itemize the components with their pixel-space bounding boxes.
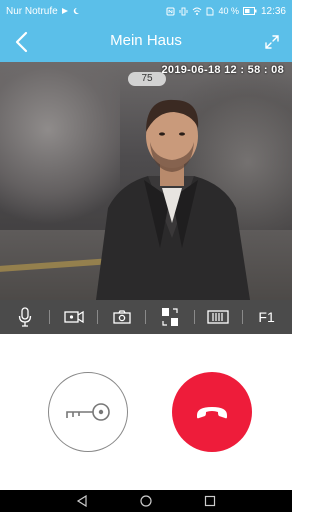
call-toolbar: F1 bbox=[0, 300, 292, 334]
app-header: Mein Haus bbox=[0, 22, 292, 62]
fullscreen-button[interactable] bbox=[260, 30, 284, 54]
microphone-button[interactable] bbox=[10, 305, 40, 329]
camera-icon bbox=[113, 310, 131, 324]
video-feed[interactable]: 2019-06-18 12 : 58 : 08 75 bbox=[0, 62, 292, 300]
status-bar-right: 40 % 12:36 bbox=[166, 6, 286, 17]
toolbar-divider bbox=[48, 310, 50, 324]
vibrate-icon bbox=[180, 7, 188, 15]
back-triangle-icon bbox=[76, 495, 87, 507]
nav-recents-button[interactable] bbox=[201, 492, 219, 510]
call-actions bbox=[0, 334, 292, 490]
microphone-icon bbox=[19, 307, 32, 327]
toolbar-divider bbox=[193, 310, 195, 324]
status-bar: Nur Notrufe 40 % 12:36 bbox=[0, 0, 292, 22]
key-icon bbox=[66, 403, 110, 421]
video-record-icon bbox=[63, 310, 84, 324]
page-title: Mein Haus bbox=[110, 32, 182, 49]
wifi-icon bbox=[193, 7, 202, 15]
intercom-screen: Nur Notrufe 40 % 12:36 Mein Haus 2019-06… bbox=[0, 0, 292, 512]
nav-back-button[interactable] bbox=[73, 492, 91, 510]
expand-icon bbox=[265, 35, 279, 49]
unlock-door-button[interactable] bbox=[48, 372, 128, 452]
resolution-button[interactable] bbox=[155, 305, 185, 329]
snapshot-button[interactable] bbox=[107, 305, 137, 329]
toolbar-divider bbox=[241, 310, 243, 324]
carrier-label: Nur Notrufe bbox=[6, 5, 58, 17]
nav-home-button[interactable] bbox=[137, 492, 155, 510]
countdown-badge: 75 bbox=[128, 72, 166, 86]
home-circle-icon bbox=[140, 495, 152, 507]
video-timestamp: 2019-06-18 12 : 58 : 08 bbox=[161, 64, 284, 76]
status-time: 12:36 bbox=[260, 5, 286, 17]
toolbar-divider bbox=[145, 310, 147, 324]
play-icon bbox=[61, 8, 68, 14]
recents-square-icon bbox=[204, 495, 216, 507]
panel-button[interactable] bbox=[203, 305, 233, 329]
battery-percent: 40 % bbox=[218, 6, 239, 16]
nfc-icon bbox=[166, 7, 175, 15]
panel-icon bbox=[207, 310, 229, 324]
toolbar-divider bbox=[97, 310, 99, 324]
record-video-button[interactable] bbox=[59, 305, 89, 329]
hangup-button[interactable] bbox=[172, 372, 252, 452]
visitor-image bbox=[96, 99, 250, 300]
system-nav-bar bbox=[0, 490, 292, 512]
battery-icon bbox=[242, 7, 257, 15]
resolution-icon bbox=[162, 308, 179, 326]
sim-icon bbox=[207, 7, 214, 15]
moon-icon bbox=[73, 7, 79, 14]
status-bar-left: Nur Notrufe bbox=[6, 6, 80, 17]
phone-hangup-icon bbox=[197, 407, 227, 419]
f1-button[interactable]: F1 bbox=[252, 305, 282, 329]
